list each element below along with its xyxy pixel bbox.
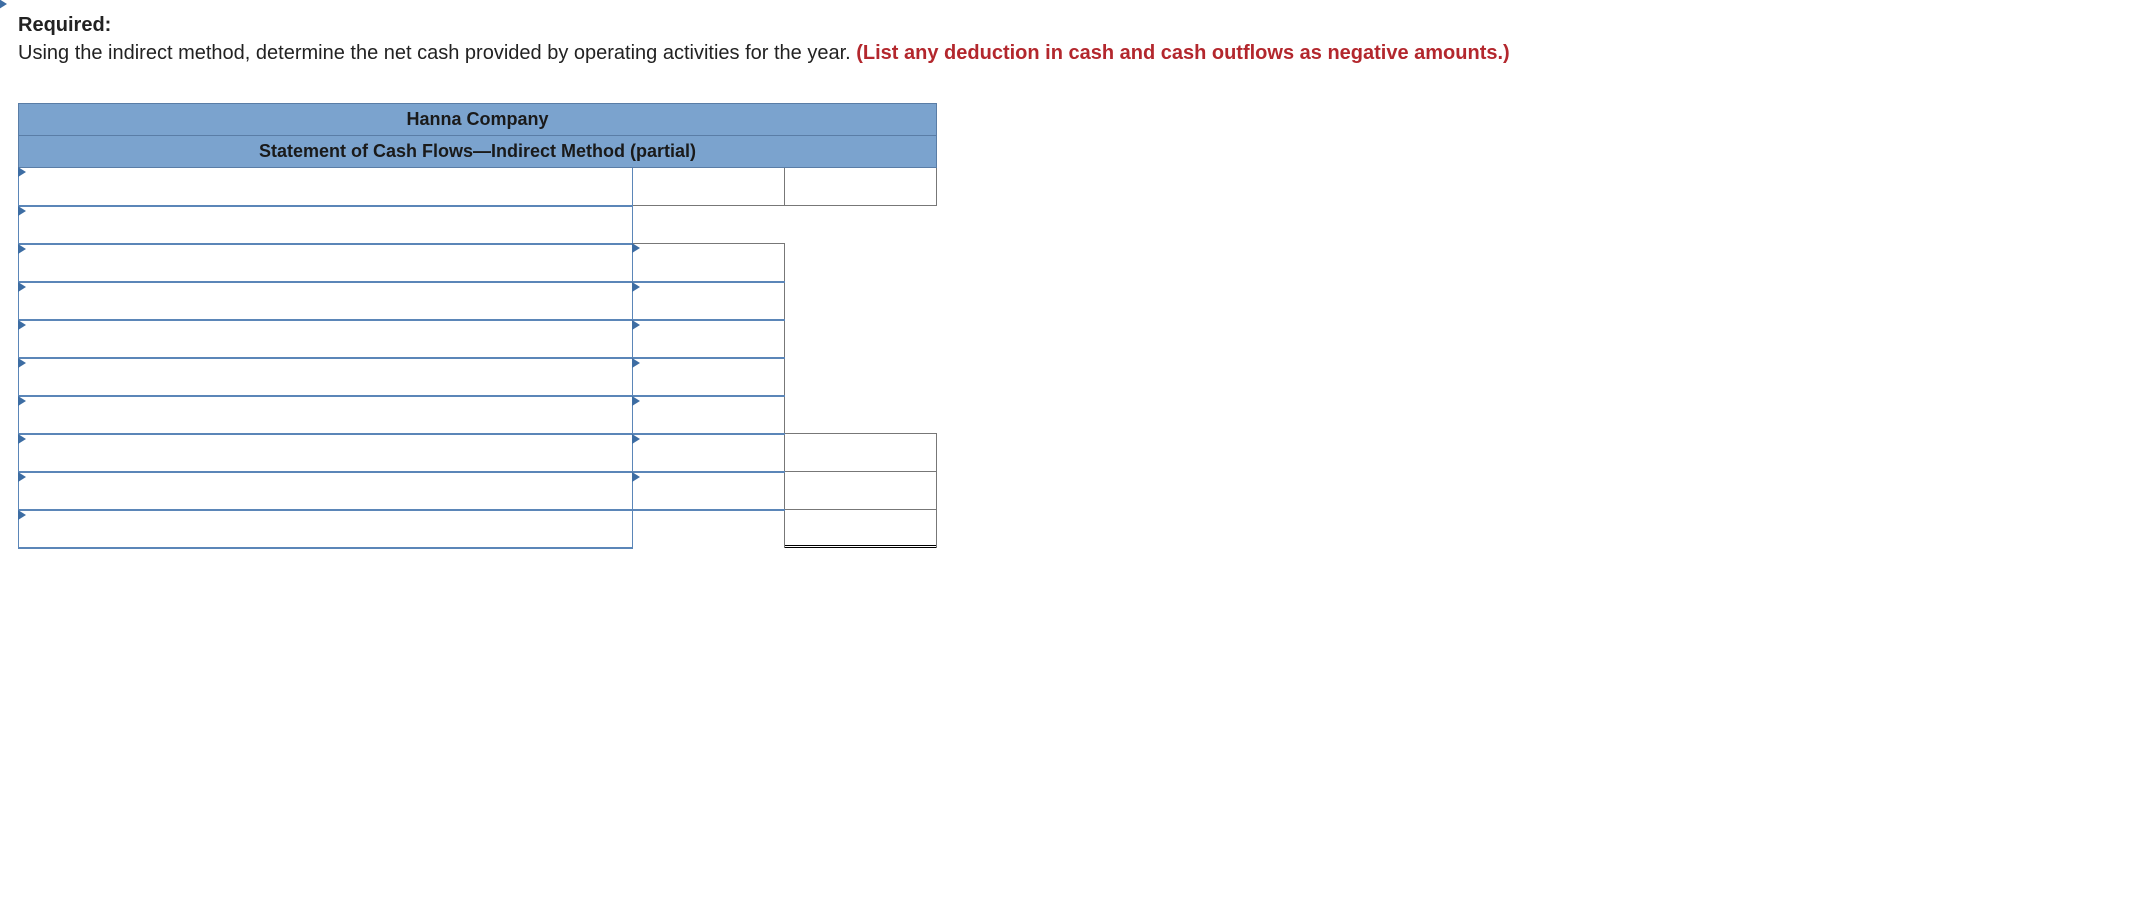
table-title-statement: Statement of Cash Flows—Indirect Method … [19,136,937,168]
dropdown-icon[interactable] [0,0,7,9]
table-row [19,396,937,434]
table-row [19,472,937,510]
cashflow-table: Hanna Company Statement of Cash Flows—In… [18,103,937,549]
amount-cell-2[interactable] [785,168,937,206]
dropdown-icon[interactable] [18,167,26,177]
dropdown-icon[interactable] [632,396,640,406]
table-row [19,434,937,472]
table-row [19,168,937,206]
table-row [19,358,937,396]
amount-cell-2[interactable] [785,510,937,548]
table-header-row-1: Hanna Company [19,104,937,136]
table-header-row-2: Statement of Cash Flows—Indirect Method … [19,136,937,168]
dropdown-icon[interactable] [632,472,640,482]
dropdown-icon[interactable] [18,244,26,254]
instruction-text: Using the indirect method, determine the… [18,39,2128,67]
dropdown-icon[interactable] [632,434,640,444]
amount-cell-1[interactable] [633,396,785,434]
dropdown-icon[interactable] [18,206,26,216]
amount-cell-2 [785,244,937,282]
dropdown-icon[interactable] [632,282,640,292]
amount-cell-2[interactable] [785,472,937,510]
dropdown-icon[interactable] [18,282,26,292]
instruction-plain: Using the indirect method, determine the… [18,42,856,64]
description-cell[interactable] [19,244,633,282]
required-label: Required: [18,14,2128,37]
amount-cell-2 [785,396,937,434]
amount-cell-1[interactable] [633,320,785,358]
cashflow-table-wrap: Hanna Company Statement of Cash Flows—In… [18,103,2128,549]
amount-cell-1 [633,206,785,244]
dropdown-icon[interactable] [632,358,640,368]
amount-cell-2[interactable] [785,434,937,472]
dropdown-icon[interactable] [18,434,26,444]
amount-cell-1[interactable] [633,244,785,282]
dropdown-icon[interactable] [632,320,640,330]
table-row [19,282,937,320]
table-row [19,244,937,282]
amount-cell-1 [633,510,785,548]
dropdown-icon[interactable] [18,358,26,368]
dropdown-icon[interactable] [18,320,26,330]
table-row [19,510,937,548]
table-title-company: Hanna Company [19,104,937,136]
amount-cell-2 [785,282,937,320]
table-row [19,320,937,358]
amount-cell-2 [785,206,937,244]
instruction-red: (List any deduction in cash and cash out… [856,42,1509,64]
description-cell[interactable] [19,472,633,510]
description-cell[interactable] [19,320,633,358]
description-cell[interactable] [19,168,633,206]
dropdown-icon[interactable] [18,472,26,482]
description-cell[interactable] [19,206,633,244]
amount-cell-1[interactable] [633,358,785,396]
amount-cell-1[interactable] [633,168,785,206]
dropdown-icon[interactable] [18,510,26,520]
description-cell[interactable] [19,282,633,320]
amount-cell-1[interactable] [633,472,785,510]
description-cell[interactable] [19,434,633,472]
dropdown-icon[interactable] [632,243,640,253]
amount-cell-2 [785,320,937,358]
amount-cell-2 [785,358,937,396]
description-cell[interactable] [19,510,633,548]
description-cell[interactable] [19,396,633,434]
amount-cell-1[interactable] [633,282,785,320]
description-cell[interactable] [19,358,633,396]
dropdown-icon[interactable] [18,396,26,406]
table-row [19,206,937,244]
amount-cell-1[interactable] [633,434,785,472]
